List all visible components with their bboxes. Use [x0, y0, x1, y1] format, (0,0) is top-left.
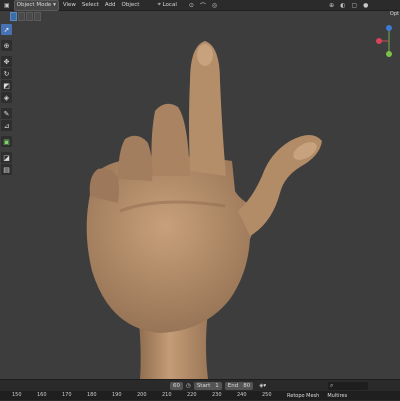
ruler-tick: 190 [112, 392, 122, 398]
menu-object[interactable]: Object [120, 1, 142, 10]
menu-view[interactable]: View [61, 1, 78, 10]
navigation-gizmo[interactable]: Opt [376, 11, 400, 61]
menu-select[interactable]: Select [80, 1, 101, 10]
3d-cursor-icon: ⊕ [3, 41, 10, 50]
xray-toggle[interactable]: ▢ [349, 1, 359, 10]
mode-dropdown[interactable]: Object Mode ▾ [13, 0, 59, 11]
axis-z-icon [386, 25, 392, 31]
rotate-tool[interactable]: ↻ [1, 68, 12, 79]
end-label: End [227, 383, 239, 389]
axis-y-icon [386, 51, 392, 57]
add-cube-icon: ▣ [3, 137, 10, 146]
mode-label: Object Mode [16, 2, 52, 8]
viewport-3d[interactable] [0, 11, 400, 379]
viewport-header: ▣ Object Mode ▾ View Select Add Object ⌖… [0, 0, 400, 11]
search-field[interactable]: ⌕ [328, 382, 368, 390]
sphere-icon: ● [363, 1, 369, 9]
ruler-tick: 200 [137, 392, 147, 398]
xray-icon: ▢ [351, 1, 358, 9]
transform-tool[interactable]: ◈ [1, 92, 12, 103]
current-frame-field[interactable]: 60 [170, 382, 183, 390]
ruler-tick: 250 [262, 392, 272, 398]
transform-icon: ◈ [3, 93, 10, 102]
scale-tool[interactable]: ◩ [1, 80, 12, 91]
end-value: 80 [243, 383, 251, 389]
pivot-icon: ⊙ [188, 1, 194, 9]
status-bar: Retopo Mesh Multires [283, 391, 348, 400]
ruler-tick: 220 [187, 392, 197, 398]
transform-orientation-dropdown[interactable]: ⌖ Local [155, 1, 178, 10]
editor-type-button[interactable]: ▣ [2, 1, 12, 10]
select-extend-button[interactable] [18, 12, 25, 21]
ruler-tick: 210 [162, 392, 172, 398]
selection-mode-buttons [10, 12, 41, 21]
snap-button[interactable]: ⌒ [198, 1, 208, 10]
magnet-icon: ⌒ [199, 2, 206, 10]
extra-tool-2[interactable]: ▤ [1, 164, 12, 175]
start-value: 1 [215, 383, 219, 389]
ruler-tick: 230 [212, 392, 222, 398]
chevron-down-icon: ▾ [53, 2, 56, 8]
proportional-button[interactable]: ◎ [210, 1, 219, 10]
orientation-icon: ⌖ [157, 1, 161, 8]
tool-icon-b: ▤ [3, 165, 10, 174]
start-label: Start [196, 383, 211, 389]
status-item-retopo: Retopo Mesh [287, 392, 320, 399]
ruler-tick: 240 [237, 392, 247, 398]
gizmo-toggle[interactable]: ⊕ [327, 1, 336, 10]
ruler-tick: 180 [87, 392, 97, 398]
measure-icon: ⊿ [3, 121, 10, 130]
gizmo-icon: ⊕ [329, 1, 335, 9]
cursor-icon: ➚ [3, 25, 10, 34]
options-label[interactable]: Opt [390, 11, 399, 17]
ruler-tick: 160 [37, 392, 47, 398]
ruler-tick: 150 [12, 392, 22, 398]
select-tool[interactable]: ➚ [1, 24, 12, 35]
scale-icon: ◩ [3, 81, 10, 90]
tool-icon-a: ◪ [3, 153, 10, 162]
index-nail [197, 44, 213, 66]
add-cube-tool[interactable]: ▣ [1, 136, 12, 147]
move-icon: ✥ [3, 57, 10, 66]
cursor-tool[interactable]: ⊕ [1, 40, 12, 51]
keyframe-icon[interactable]: ◈▾ [259, 383, 266, 389]
rotate-icon: ↻ [3, 69, 10, 78]
extra-tool-1[interactable]: ◪ [1, 152, 12, 163]
clock-icon: ◷ [186, 383, 191, 389]
status-item-multires: Multires [327, 392, 348, 399]
search-icon: ⌕ [330, 382, 334, 389]
measure-tool[interactable]: ⊿ [1, 120, 12, 131]
current-frame-value: 60 [173, 383, 180, 389]
proportional-icon: ◎ [211, 1, 218, 9]
menu-add[interactable]: Add [103, 1, 118, 10]
pivot-button[interactable]: ⊙ [187, 1, 196, 10]
annotate-tool[interactable]: ✎ [1, 108, 12, 119]
end-frame-field[interactable]: End 80 [224, 382, 254, 390]
playback-controls: 60 ◷ Start 1 End 80 ◈▾ [170, 382, 266, 390]
shading-solid[interactable]: ● [361, 1, 370, 10]
select-new-button[interactable] [10, 12, 17, 21]
annotate-icon: ✎ [3, 109, 10, 118]
transform-space-label: Local [162, 2, 177, 8]
move-tool[interactable]: ✥ [1, 56, 12, 67]
select-subtract-button[interactable] [26, 12, 33, 21]
overlay-icon: ◐ [340, 1, 346, 9]
tool-shelf: ➚ ⊕ ✥ ↻ ◩ ◈ ✎ ⊿ ▣ ◪ ▤ [1, 24, 12, 175]
overlay-toggle[interactable]: ◐ [338, 1, 347, 10]
select-invert-button[interactable] [34, 12, 41, 21]
start-frame-field[interactable]: Start 1 [193, 382, 222, 390]
ruler-tick: 170 [62, 392, 72, 398]
axis-x-icon [376, 38, 382, 44]
cube-icon: ▣ [4, 1, 10, 9]
